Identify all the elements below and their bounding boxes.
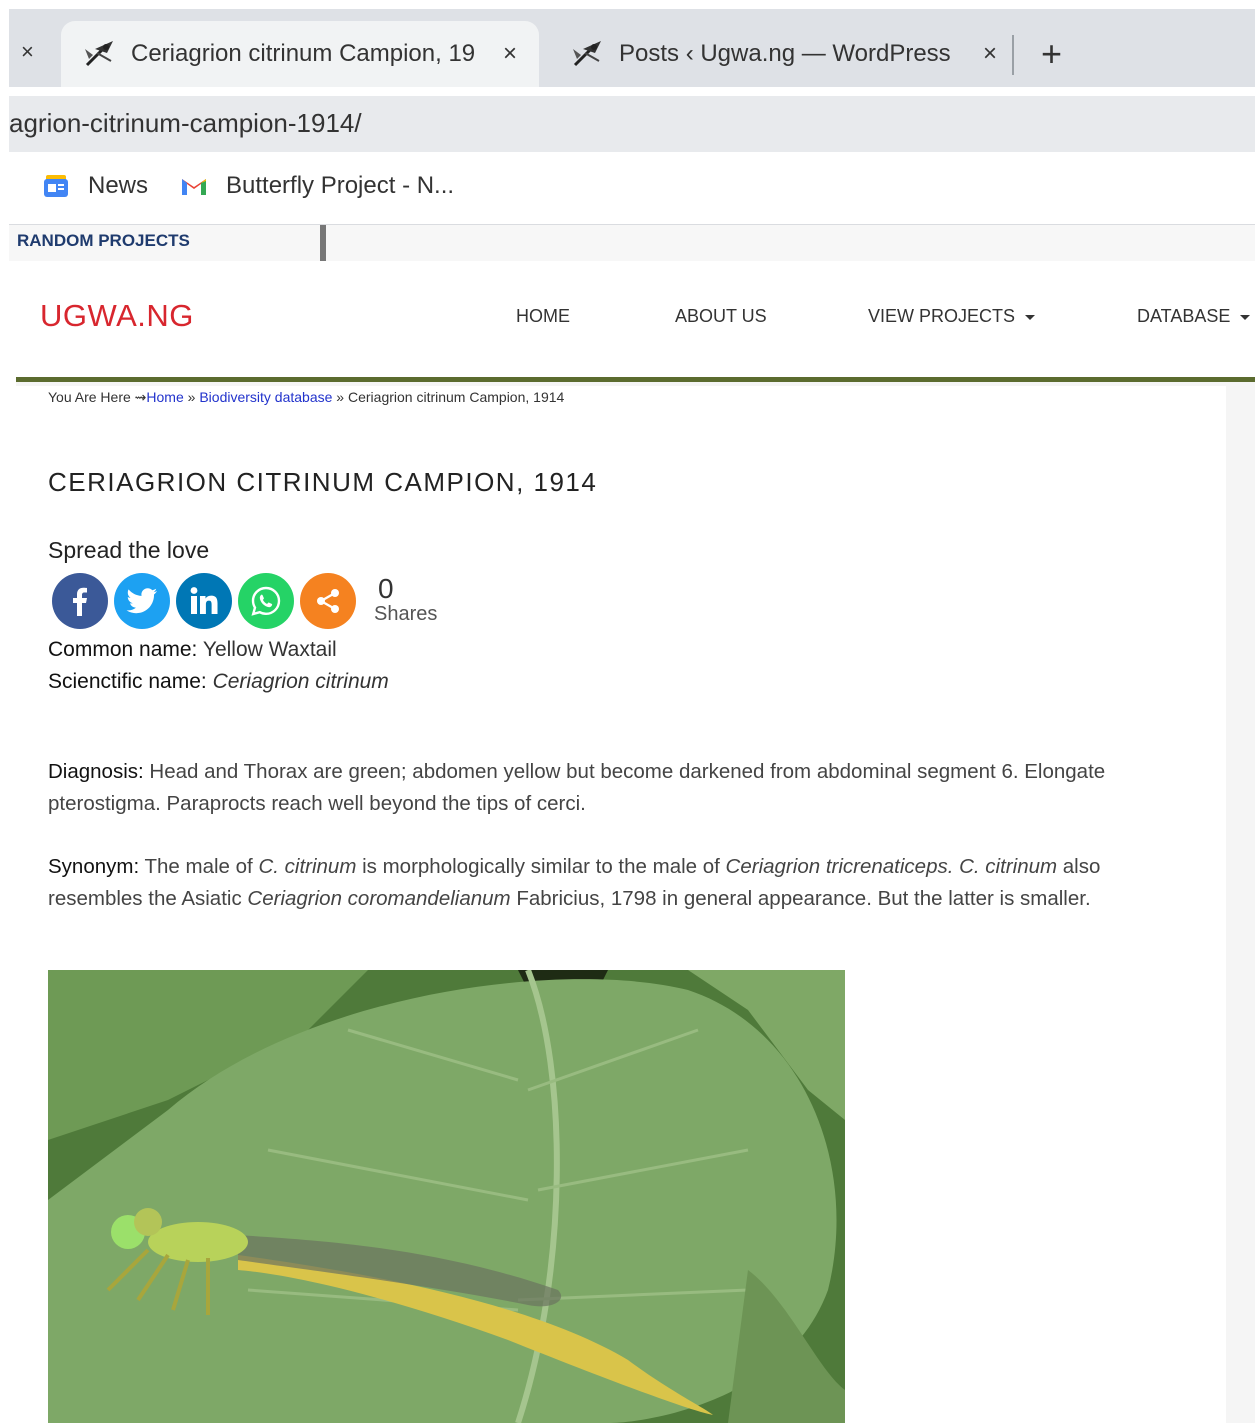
bookmark-butterfly-project[interactable]: Butterfly Project - N... — [180, 172, 454, 200]
species-name: C. citrinum — [258, 855, 357, 878]
breadcrumb-biodiversity-database[interactable]: Biodiversity database — [199, 389, 332, 405]
synonym-label: Synonym: — [48, 855, 140, 878]
page-title: CERIAGRION CITRINUM CAMPION, 1914 — [48, 467, 598, 497]
dropdown-caret-icon — [1240, 314, 1251, 320]
breadcrumb: You Are Here ⇝Home » Biodiversity databa… — [48, 389, 564, 406]
topbar-divider — [320, 225, 326, 261]
linkedin-icon — [190, 587, 218, 614]
diagnosis-paragraph: Diagnosis: Head and Thorax are green; ab… — [48, 756, 1138, 820]
tab-title: Ceriagrion citrinum Campion, 19 — [131, 40, 476, 67]
shares-count: 0 — [378, 573, 394, 604]
scientific-name-line: Scienctific name: Ceriagrion citrinum — [48, 670, 389, 694]
species-name: Ceriagrion coromandelianum — [247, 887, 511, 910]
whatsapp-icon — [251, 586, 281, 616]
common-name-value: Yellow Waxtail — [202, 638, 337, 661]
facebook-icon — [73, 587, 87, 616]
bookmark-news[interactable]: News — [42, 172, 148, 200]
nav-about-us[interactable]: ABOUT US — [675, 306, 767, 327]
facebook-share-button[interactable] — [52, 573, 108, 629]
site-logo[interactable]: UGWA.NG — [40, 298, 194, 334]
dragonfly-favicon-icon — [85, 41, 113, 67]
random-projects-link[interactable]: RANDOM PROJECTS — [17, 231, 190, 251]
breadcrumb-sep: » — [183, 389, 200, 405]
tab-title: Posts ‹ Ugwa.ng — WordPress — [619, 40, 951, 67]
synonym-text: The male of — [144, 855, 259, 878]
tab-separator — [1012, 35, 1014, 75]
twitter-icon — [126, 588, 157, 614]
close-icon[interactable]: × — [21, 39, 34, 65]
site-topbar: RANDOM PROJECTS — [9, 225, 1255, 261]
bookmark-label: Butterfly Project - N... — [226, 172, 455, 199]
tab-wordpress-posts[interactable]: Posts ‹ Ugwa.ng — WordPress × — [549, 21, 1019, 87]
tab-ceriagrion[interactable]: Ceriagrion citrinum Campion, 19 × — [61, 21, 539, 87]
nav-database[interactable]: DATABASE — [1137, 306, 1251, 327]
page-body: UGWA.NG HOME ABOUT US VIEW PROJECTS DATA… — [16, 262, 1255, 1423]
breadcrumb-prefix: You Are Here ⇝ — [48, 389, 147, 405]
nav-view-projects[interactable]: VIEW PROJECTS — [868, 306, 1036, 327]
common-name-label: Common name: — [48, 638, 198, 661]
breadcrumb-home[interactable]: Home — [146, 389, 183, 405]
share-icon — [317, 589, 339, 613]
share-more-button[interactable] — [300, 573, 356, 629]
twitter-share-button[interactable] — [114, 573, 170, 629]
synonym-text: Fabricius, 1798 in general appearance. B… — [510, 887, 1091, 910]
google-news-icon — [44, 175, 68, 197]
address-bar[interactable]: agrion-citrinum-campion-1914/ — [9, 96, 1255, 152]
spread-the-love-heading: Spread the love — [48, 537, 210, 563]
bookmark-label: News — [88, 172, 149, 199]
dragonfly-favicon-icon — [573, 41, 601, 67]
species-name: Ceriagrion tricrenaticeps. C. citrinum — [725, 855, 1058, 878]
diagnosis-label: Diagnosis: — [48, 760, 144, 783]
breadcrumb-sep: » — [332, 389, 348, 405]
bookmarks-bar: News Butterfly Project - N... — [9, 152, 1255, 225]
new-tab-button[interactable]: + — [1041, 33, 1062, 75]
shares-label: Shares — [374, 603, 438, 625]
linkedin-share-button[interactable] — [176, 573, 232, 629]
tab-close-icon[interactable]: × — [503, 40, 517, 68]
synonym-text: is morphologically similar to the male o… — [356, 855, 726, 878]
dropdown-caret-icon — [1025, 314, 1036, 320]
tab-close-icon[interactable]: × — [983, 40, 997, 68]
url-text[interactable]: agrion-citrinum-campion-1914/ — [9, 108, 362, 139]
damselfly-photo — [48, 970, 845, 1423]
gmail-icon — [182, 179, 206, 195]
common-name-line: Common name: Yellow Waxtail — [48, 638, 337, 662]
whatsapp-share-button[interactable] — [238, 573, 294, 629]
synonym-paragraph: Synonym: The male of C. citrinum is morp… — [48, 851, 1138, 915]
tab-strip: × Ceriagrion citrinum Campion, 19 × Post… — [9, 9, 1255, 87]
site-header: UGWA.NG HOME ABOUT US VIEW PROJECTS DATA… — [16, 262, 1255, 382]
scientific-name-value: Ceriagrion citrinum — [212, 670, 389, 693]
diagnosis-text: Head and Thorax are green; abdomen yello… — [48, 760, 1106, 815]
nav-home[interactable]: HOME — [516, 306, 570, 327]
scientific-name-label: Scienctific name: — [48, 670, 207, 693]
breadcrumb-current: Ceriagrion citrinum Campion, 1914 — [347, 389, 565, 405]
